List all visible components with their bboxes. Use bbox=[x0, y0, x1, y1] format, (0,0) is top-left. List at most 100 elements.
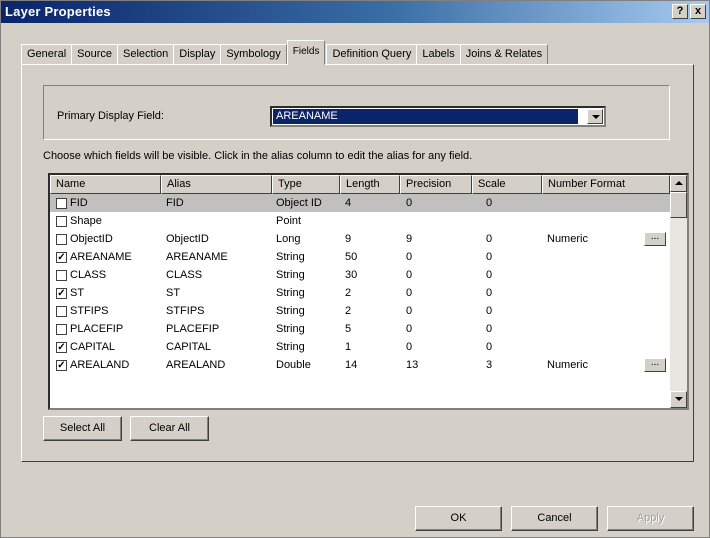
cell-name: ST bbox=[70, 287, 85, 299]
visibility-checkbox[interactable]: ✓ bbox=[56, 288, 67, 299]
fields-table: Name Alias Type Length Precision Scale N… bbox=[48, 173, 689, 410]
number-format-ellipsis-button[interactable]: ... bbox=[644, 358, 666, 372]
close-button[interactable]: x bbox=[690, 4, 706, 19]
tab-labels[interactable]: Labels bbox=[416, 44, 461, 65]
column-header-name[interactable]: Name bbox=[50, 175, 161, 194]
cell-precision: 0 bbox=[406, 287, 413, 299]
cell-precision: 9 bbox=[406, 233, 413, 245]
tab-joins-relates[interactable]: Joins & Relates bbox=[459, 44, 549, 65]
ok-button[interactable]: OK bbox=[415, 506, 502, 531]
scroll-thumb[interactable] bbox=[670, 192, 687, 218]
cell-precision: 0 bbox=[406, 341, 413, 353]
title-bar[interactable]: Layer Properties ? x bbox=[1, 1, 709, 23]
column-header-number-format[interactable]: Number Format bbox=[542, 175, 670, 194]
cell-length: 1 bbox=[345, 341, 352, 353]
tab-definition-query[interactable]: Definition Query bbox=[326, 44, 418, 65]
visibility-checkbox[interactable] bbox=[56, 216, 67, 227]
visibility-checkbox[interactable] bbox=[56, 324, 67, 335]
cancel-button[interactable]: Cancel bbox=[511, 506, 598, 531]
visibility-checkbox[interactable] bbox=[56, 198, 67, 209]
cell-name: ObjectID bbox=[70, 233, 113, 245]
tab-strip: General Source Selection Display Symbolo… bbox=[21, 40, 549, 65]
cell-scale: 0 bbox=[486, 251, 493, 263]
primary-display-dropdown[interactable]: AREANAME bbox=[270, 106, 606, 127]
number-format-ellipsis-button[interactable]: ... bbox=[644, 232, 666, 246]
cell-scale: 0 bbox=[486, 323, 493, 335]
cell-length: 9 bbox=[345, 233, 352, 245]
clear-all-button[interactable]: Clear All bbox=[130, 416, 209, 441]
cell-alias[interactable]: ObjectID bbox=[166, 230, 209, 248]
column-header-alias[interactable]: Alias bbox=[161, 175, 272, 194]
cell-name: AREALAND bbox=[70, 359, 130, 371]
tab-selection[interactable]: Selection bbox=[117, 44, 175, 65]
tab-source[interactable]: Source bbox=[71, 44, 118, 65]
table-row[interactable]: CLASS CLASS String 30 0 0 bbox=[50, 266, 670, 284]
visibility-checkbox[interactable]: ✓ bbox=[56, 252, 67, 263]
table-row[interactable]: PLACEFIP PLACEFIP String 5 0 0 bbox=[50, 320, 670, 338]
cell-alias[interactable]: PLACEFIP bbox=[166, 320, 219, 338]
visibility-checkbox[interactable] bbox=[56, 270, 67, 281]
cell-alias[interactable]: STFIPS bbox=[166, 302, 205, 320]
scroll-down-button[interactable] bbox=[670, 391, 687, 408]
cell-alias[interactable]: AREANAME bbox=[166, 248, 228, 266]
tab-general[interactable]: General bbox=[21, 44, 73, 65]
vertical-scrollbar[interactable] bbox=[670, 175, 687, 408]
cell-name: AREANAME bbox=[70, 251, 132, 263]
apply-button[interactable]: Apply bbox=[607, 506, 694, 531]
cell-scale: 0 bbox=[486, 269, 493, 281]
table-row[interactable]: ObjectID ObjectID Long 9 9 0 Numeric... bbox=[50, 230, 670, 248]
table-row[interactable]: ✓ AREALAND AREALAND Double 14 13 3 Numeric... bbox=[50, 356, 670, 374]
table-header: Name Alias Type Length Precision Scale N… bbox=[50, 175, 670, 194]
cell-alias[interactable]: ST bbox=[166, 284, 180, 302]
cell-name: CLASS bbox=[70, 269, 107, 281]
cell-precision: 0 bbox=[406, 269, 413, 281]
scroll-up-button[interactable] bbox=[670, 175, 687, 192]
dialog-title: Layer Properties bbox=[5, 4, 111, 19]
column-header-scale[interactable]: Scale bbox=[472, 175, 542, 194]
select-all-button[interactable]: Select All bbox=[43, 416, 122, 441]
table-row[interactable]: ✓ CAPITAL CAPITAL String 1 0 0 bbox=[50, 338, 670, 356]
cell-length: 30 bbox=[345, 269, 358, 281]
visibility-checkbox[interactable] bbox=[56, 306, 67, 317]
cell-length: 14 bbox=[345, 359, 358, 371]
primary-display-label: Primary Display Field: bbox=[57, 110, 164, 122]
table-row[interactable]: STFIPS STFIPS String 2 0 0 bbox=[50, 302, 670, 320]
primary-display-value: AREANAME bbox=[273, 109, 578, 124]
table-row[interactable]: FID FID Object ID 4 0 0 bbox=[50, 194, 670, 212]
cell-format: Numeric bbox=[547, 359, 588, 371]
cell-type: String bbox=[276, 323, 305, 335]
tab-symbology[interactable]: Symbology bbox=[220, 44, 287, 65]
cell-scale: 0 bbox=[486, 287, 493, 299]
cell-length: 5 bbox=[345, 323, 352, 335]
dropdown-button[interactable] bbox=[587, 109, 603, 124]
cell-type: String bbox=[276, 269, 305, 281]
cell-type: Double bbox=[276, 359, 311, 371]
column-header-length[interactable]: Length bbox=[340, 175, 400, 194]
cell-alias[interactable]: CLASS bbox=[166, 266, 202, 284]
tab-display[interactable]: Display bbox=[173, 44, 222, 65]
cell-scale: 0 bbox=[486, 197, 493, 209]
cell-precision: 13 bbox=[406, 359, 419, 371]
help-button[interactable]: ? bbox=[672, 4, 688, 19]
table-row[interactable]: ✓ ST ST String 2 0 0 bbox=[50, 284, 670, 302]
cell-length: 4 bbox=[345, 197, 352, 209]
visibility-checkbox[interactable] bbox=[56, 234, 67, 245]
cell-alias[interactable]: FID bbox=[166, 194, 184, 212]
cell-length: 2 bbox=[345, 305, 352, 317]
cell-type: Object ID bbox=[276, 197, 322, 209]
cell-type: String bbox=[276, 341, 305, 353]
cell-type: String bbox=[276, 287, 305, 299]
cell-type: Long bbox=[276, 233, 301, 245]
table-row[interactable]: ✓ AREANAME AREANAME String 50 0 0 bbox=[50, 248, 670, 266]
column-header-precision[interactable]: Precision bbox=[400, 175, 472, 194]
visibility-checkbox[interactable]: ✓ bbox=[56, 360, 67, 371]
table-row[interactable]: Shape Point bbox=[50, 212, 670, 230]
fields-tab-panel: Primary Display Field: AREANAME Choose w… bbox=[21, 64, 694, 462]
cell-type: String bbox=[276, 305, 305, 317]
cell-alias[interactable]: CAPITAL bbox=[166, 338, 211, 356]
column-header-type[interactable]: Type bbox=[272, 175, 340, 194]
cell-alias[interactable]: AREALAND bbox=[166, 356, 225, 374]
chevron-up-icon bbox=[675, 181, 683, 185]
visibility-checkbox[interactable]: ✓ bbox=[56, 342, 67, 353]
tab-fields[interactable]: Fields bbox=[286, 40, 326, 65]
